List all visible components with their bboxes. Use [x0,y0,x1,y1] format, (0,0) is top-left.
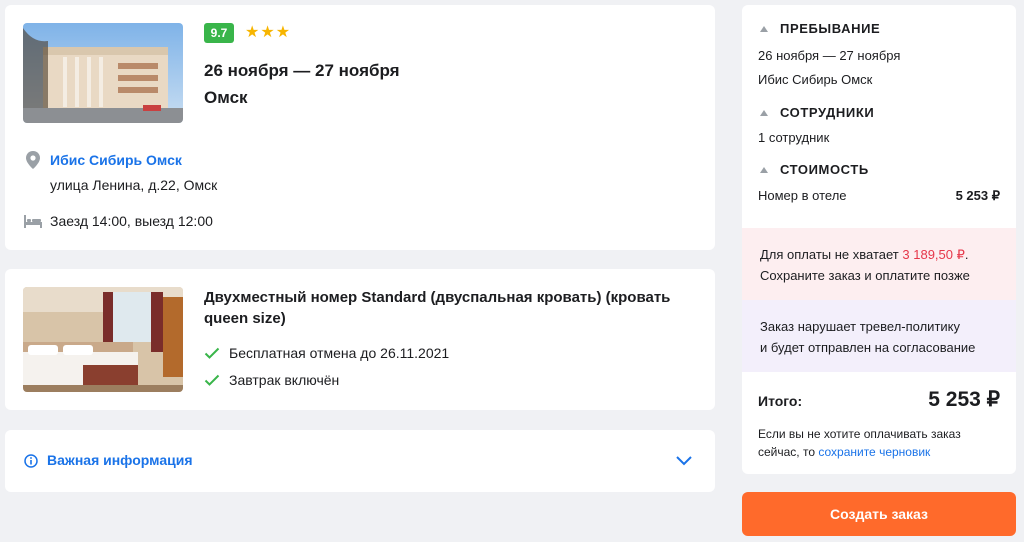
section-heading: СТОИМОСТЬ [780,162,869,177]
section-heading: ПРЕБЫВАНИЕ [780,21,881,36]
policy-violation-alert: Заказ нарушает тревел-политику и будет о… [742,300,1016,372]
important-info-toggle[interactable]: Важная информация [5,430,715,492]
alert-text: Для оплаты не хватает [760,247,903,262]
collapse-triangle-icon [760,166,768,173]
hotel-photo[interactable] [23,23,183,123]
section-staff[interactable]: СОТРУДНИКИ [760,105,874,120]
cost-value: 5 253 ₽ [955,188,1000,203]
rating-badge: 9.7 [204,23,234,43]
section-stay[interactable]: ПРЕБЫВАНИЕ [760,21,880,36]
room-photo[interactable] [23,287,183,392]
order-summary: ПРЕБЫВАНИЕ 26 ноября — 27 ноября Ибис Си… [742,5,1016,474]
star-icon: ★ [245,24,260,41]
feature-label: Завтрак включён [229,372,340,388]
save-draft-link[interactable]: сохраните черновик [818,445,930,459]
info-icon [24,454,38,468]
summary-hotel: Ибис Сибирь Омск [758,72,873,87]
check-icon [204,374,220,386]
alert-text: и будет отправлен на согласование [760,340,976,355]
star-rating: ★ ★ ★ [245,23,290,43]
save-draft-note: Если вы не хотите оплачивать заказ сейча… [758,425,1003,461]
check-icon [204,347,220,359]
section-heading: СОТРУДНИКИ [780,105,875,120]
hotel-name-link[interactable]: Ибис Сибирь Омск [50,152,182,168]
collapse-triangle-icon [760,25,768,32]
star-icon: ★ [275,24,291,41]
collapse-triangle-icon [760,109,768,116]
stay-dates: 26 ноября — 27 ноября [204,61,400,80]
room-card: Двухместный номер Standard (двуспальная … [5,269,715,410]
summary-dates: 26 ноября — 27 ноября [758,48,901,63]
important-info-label: Важная информация [47,452,193,468]
feature-free-cancellation: Бесплатная отмена до 26.11.2021 [204,345,449,361]
insufficient-funds-alert: Для оплаты не хватает 3 189,50 ₽. Сохран… [742,228,1016,300]
bed-icon [24,215,42,228]
star-icon: ★ [260,24,275,41]
room-title: Двухместный номер Standard (двуспальная … [204,289,671,327]
feature-label: Бесплатная отмена до 26.11.2021 [229,345,450,361]
total-label: Итого: [758,393,803,409]
checkin-times: Заезд 14:00, выезд 12:00 [50,213,213,229]
location-pin-icon [26,151,40,169]
hotel-address: улица Ленина, д.22, Омск [50,177,218,193]
total-value: 5 253 ₽ [928,388,1000,411]
missing-amount: 3 189,50 ₽ [902,247,965,262]
create-order-button[interactable]: Создать заказ [742,492,1016,536]
cost-label: Номер в отеле [758,188,847,203]
alert-text: . [964,247,969,262]
city-name: Омск [204,88,248,107]
alert-text: Сохраните заказ и оплатите позже [760,268,970,283]
hotel-card: 9.7 ★ ★ ★ 26 ноября — 27 ноября Омск Иби… [5,5,715,250]
summary-staff-count: 1 сотрудник [758,130,830,145]
section-cost[interactable]: СТОИМОСТЬ [760,162,869,177]
chevron-down-icon[interactable] [675,454,693,466]
feature-breakfast: Завтрак включён [204,372,339,388]
alert-text: Заказ нарушает тревел-политику [760,319,960,334]
